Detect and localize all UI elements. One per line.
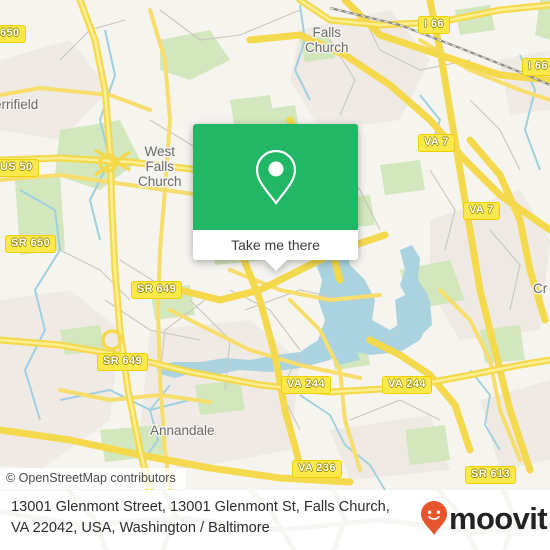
shield-sr-613: SR 613 (465, 466, 517, 484)
shield-va-7-right: VA 7 (463, 202, 500, 220)
moovit-smiley-pin-icon (420, 500, 448, 536)
shield-i-66-right: I 66 (522, 58, 550, 76)
moovit-wordmark: moovit (449, 500, 548, 536)
shield-sr-650: SR 650 (5, 235, 57, 253)
popup-card-pointer (264, 260, 287, 271)
moovit-logo[interactable]: moovit (420, 500, 548, 536)
popup-card-action[interactable]: Take me there (193, 230, 358, 260)
take-me-there-label: Take me there (231, 237, 320, 253)
moovit-location-card: errifield Falls Church West Falls Church… (0, 0, 550, 550)
shield-va-7-top: VA 7 (418, 134, 455, 152)
shield-us-50: US 50 (0, 159, 39, 177)
popup-card-header (193, 124, 358, 230)
shield-i-66-top: I 66 (418, 16, 450, 34)
location-popup-card[interactable]: Take me there (193, 124, 358, 271)
map-pin-icon (254, 148, 298, 206)
shield-va-244-right: VA 244 (382, 376, 432, 394)
shield-us-650-top: 650 (0, 25, 26, 43)
map-canvas[interactable]: errifield Falls Church West Falls Church… (0, 0, 550, 490)
shield-sr-649-lower: SR 649 (97, 353, 149, 371)
shield-va-236: VA 236 (292, 460, 342, 478)
shield-sr-649-upper: SR 649 (131, 281, 183, 299)
location-address-caption: 13001 Glenmont Street, 13001 Glenmont St… (11, 499, 390, 536)
shield-va-244-left: VA 244 (281, 376, 331, 394)
osm-attribution[interactable]: © OpenStreetMap contributors (0, 468, 186, 489)
